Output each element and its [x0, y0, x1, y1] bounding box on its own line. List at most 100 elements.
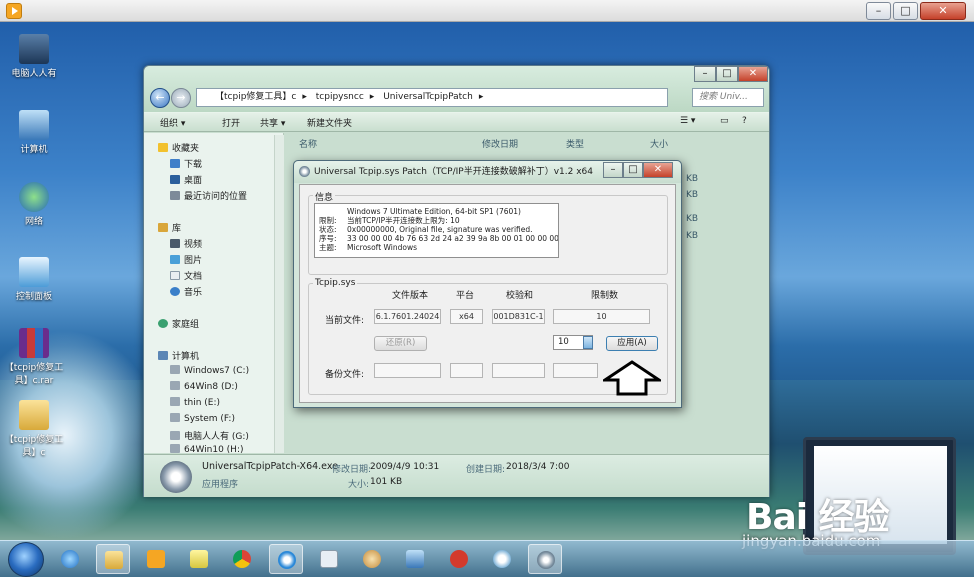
taskbar-remote-desktop[interactable] — [398, 544, 432, 574]
taskbar-patch-app[interactable] — [528, 544, 562, 574]
start-button[interactable] — [8, 542, 44, 577]
outer-title-bar: – □ ✕ — [0, 0, 974, 22]
open-button[interactable]: 打开 — [222, 116, 240, 129]
view-options-icon[interactable]: ☰ ▾ — [680, 116, 695, 126]
preview-pane-icon[interactable]: ▭ — [720, 116, 729, 126]
taskbar-ie[interactable] — [53, 544, 87, 574]
flower-app-icon — [493, 550, 511, 568]
drive-icon — [170, 431, 180, 440]
address-bar[interactable]: 【tcpip修复工具】c ▸ tcpipysncc ▸ UniversalTcpip… — [196, 88, 668, 107]
address-segment[interactable]: tcpipysncc — [316, 92, 364, 102]
desktop-icon-folder[interactable]: 【tcpip修复工具】c — [4, 400, 64, 458]
sidebar-item-homegroup[interactable]: 家庭组 — [158, 317, 199, 330]
desktop-icon-computer[interactable]: 计算机 — [4, 110, 64, 155]
winrar-archive-icon — [19, 328, 49, 358]
sidebar-item-desktop[interactable]: 桌面 — [170, 173, 202, 186]
search-input[interactable]: 搜索 Univ... — [692, 88, 764, 107]
taskbar-paint[interactable] — [355, 544, 389, 574]
explorer-close-button[interactable]: ✕ — [738, 66, 768, 82]
sidebar-item-music[interactable]: 音乐 — [170, 285, 202, 298]
address-segment[interactable]: 【tcpip修复工具】c — [215, 92, 296, 102]
taskbar-media-player[interactable] — [139, 544, 173, 574]
sidebar-item-documents[interactable]: 文档 — [170, 269, 202, 282]
info-textbox[interactable]: Windows 7 Ultimate Edition, 64-bit SP1 (… — [314, 203, 559, 258]
taskbar-app-flower[interactable] — [485, 544, 519, 574]
desktop-icon-rar-archive[interactable]: 【tcpip修复工具】c.rar — [4, 328, 64, 386]
desktop-icon-control-panel[interactable]: 控制面板 — [4, 257, 64, 302]
explorer-maximize-button[interactable]: □ — [716, 66, 738, 82]
remote-desktop-icon — [406, 550, 424, 568]
taskbar-app-blue[interactable] — [269, 544, 303, 574]
taskbar-sticky-notes[interactable] — [182, 544, 216, 574]
info-line: 序号: 33 00 00 00 4b 76 63 2d 24 a2 39 9a 8… — [319, 234, 559, 243]
close-button[interactable]: ✕ — [920, 2, 966, 20]
tcpip-group-label: Tcpip.sys — [313, 278, 358, 288]
sidebar-item-drive[interactable]: Windows7 (C:) — [170, 365, 249, 376]
sidebar-item-drive[interactable]: 64Win8 (D:) — [170, 381, 238, 392]
sidebar-item-recent[interactable]: 最近访问的位置 — [170, 189, 247, 202]
patch-app-icon — [299, 166, 310, 177]
video-icon — [170, 239, 180, 248]
backup-version-field — [374, 363, 441, 378]
drive-icon — [170, 397, 180, 406]
address-segment[interactable]: UniversalTcpipPatch — [383, 92, 473, 102]
drive-icon — [170, 381, 180, 390]
minimize-button[interactable]: – — [866, 2, 891, 20]
column-header-modified[interactable]: 修改日期 — [482, 137, 518, 150]
header-version: 文件版本 — [392, 291, 429, 301]
download-icon — [170, 159, 180, 168]
dialog-close-button[interactable]: ✕ — [643, 162, 673, 178]
header-platform: 平台 — [456, 291, 475, 301]
chrome-icon — [233, 550, 251, 568]
restore-button[interactable]: 还原(R) — [374, 336, 427, 351]
forward-arrow-icon[interactable]: → — [171, 88, 191, 108]
player-app-icon — [6, 3, 22, 19]
app-blue-icon — [278, 551, 296, 569]
taskbar-explorer[interactable] — [96, 544, 130, 574]
dialog-maximize-button[interactable]: □ — [623, 162, 643, 178]
sidebar-scrollbar[interactable] — [274, 135, 284, 453]
sidebar-item-libraries[interactable]: 库 — [158, 221, 181, 234]
dialog-title: Universal Tcpip.sys Patch（TCP/IP半开连接数破解补… — [314, 167, 593, 177]
new-folder-button[interactable]: 新建文件夹 — [307, 116, 352, 129]
internet-explorer-icon — [61, 550, 79, 568]
column-header-name[interactable]: 名称 — [299, 137, 317, 150]
library-icon — [158, 223, 168, 232]
column-header-type[interactable]: 类型 — [566, 137, 584, 150]
sidebar-item-videos[interactable]: 视频 — [170, 237, 202, 250]
info-line: 状态: 0x00000000, Original file, signature … — [319, 225, 533, 234]
sidebar-item-computer[interactable]: 计算机 — [158, 349, 199, 362]
apply-button[interactable]: 应用(A) — [606, 336, 658, 351]
organize-menu[interactable]: 组织 ▾ — [160, 116, 185, 129]
current-limit-field: 10 — [553, 309, 650, 324]
folder-icon — [105, 551, 123, 569]
column-header-size[interactable]: 大小 — [650, 137, 668, 150]
annotation-up-arrow-icon — [603, 360, 661, 396]
drive-icon — [170, 413, 180, 422]
red-app-icon — [450, 550, 468, 568]
sidebar-item-drive[interactable]: 64Win10 (H:) — [170, 444, 244, 453]
sidebar-item-favorites[interactable]: 收藏夹 — [158, 141, 199, 154]
spin-arrows-icon[interactable] — [583, 336, 593, 349]
taskbar-chrome[interactable] — [225, 544, 259, 574]
dialog-minimize-button[interactable]: – — [603, 162, 623, 178]
desktop-icon-pc-home[interactable]: 电脑人人有 — [4, 34, 64, 79]
desktop-icon-network[interactable]: 网络 — [4, 182, 64, 227]
folder-icon — [19, 400, 49, 430]
taskbar-document[interactable] — [312, 544, 346, 574]
sidebar-item-drive[interactable]: thin (E:) — [170, 397, 220, 408]
taskbar-app-red[interactable] — [442, 544, 476, 574]
current-version-field: 6.1.7601.24024 — [374, 309, 441, 324]
maximize-button[interactable]: □ — [893, 2, 918, 20]
help-icon[interactable]: ? — [742, 116, 747, 126]
details-created-label: 创建日期: — [466, 465, 506, 475]
sidebar-item-drive[interactable]: 电脑人人有 (G:) — [170, 429, 249, 442]
share-menu[interactable]: 共享 ▾ — [260, 116, 285, 129]
back-arrow-icon[interactable]: ← — [150, 88, 170, 108]
explorer-minimize-button[interactable]: – — [694, 66, 716, 82]
sidebar-item-drive[interactable]: System (F:) — [170, 413, 235, 424]
document-icon — [170, 271, 180, 280]
computer-icon — [158, 351, 168, 360]
sidebar-item-pictures[interactable]: 图片 — [170, 253, 202, 266]
sidebar-item-downloads[interactable]: 下载 — [170, 157, 202, 170]
